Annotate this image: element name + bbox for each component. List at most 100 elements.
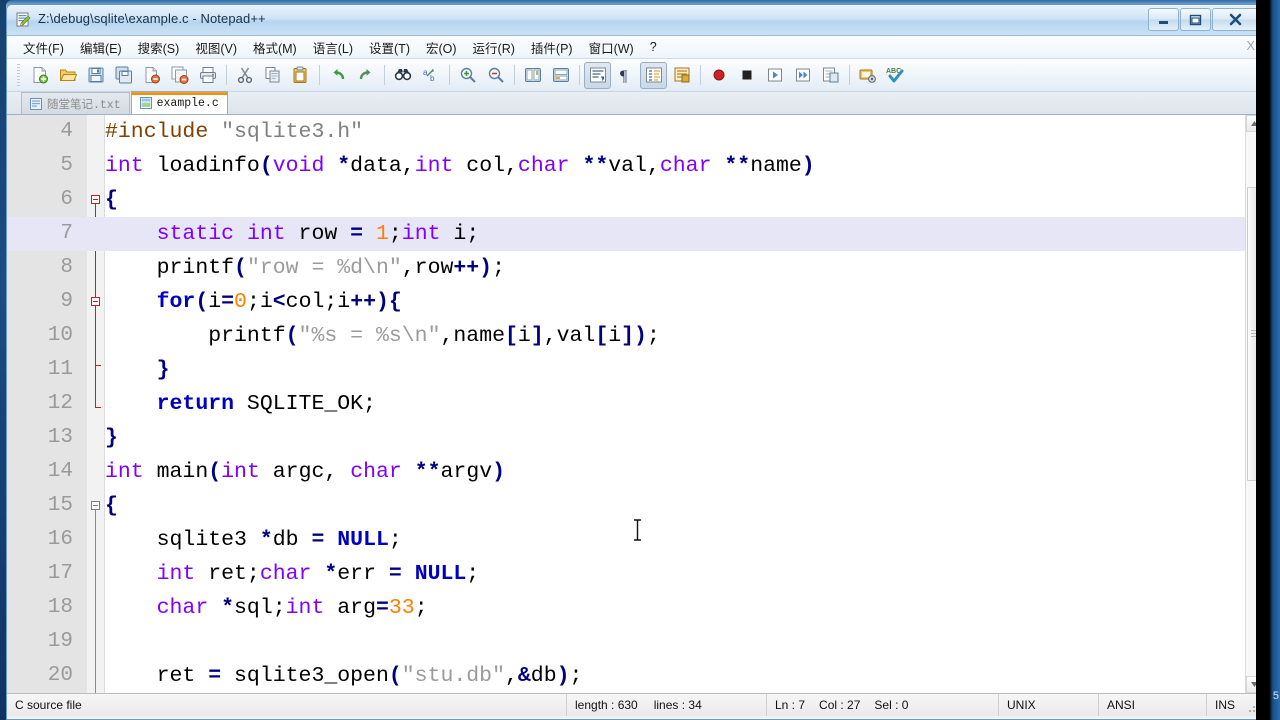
print-icon[interactable] xyxy=(194,62,221,89)
code-editor[interactable]: 4 #include "sqlite3.h" 5 int loadinfo(void … xyxy=(7,115,1263,694)
menu-bar: 文件(F) 编辑(E) 搜索(S) 视图(V) 格式(M) 语言(L) 设置(T… xyxy=(7,36,1263,59)
menu-plugins[interactable]: 插件(P) xyxy=(523,36,581,59)
menu-language[interactable]: 语言(L) xyxy=(305,36,361,59)
status-insert-mode-label: INS xyxy=(1215,698,1236,712)
code-line-18[interactable]: 18 char *sql;int arg=33; xyxy=(7,591,1263,625)
code-line-4[interactable]: 4 #include "sqlite3.h" xyxy=(7,115,1263,149)
code-line-17[interactable]: 17 int ret;char *err = NULL; xyxy=(7,557,1263,591)
code-lines: 4 #include "sqlite3.h" 5 int loadinfo(void … xyxy=(7,115,1263,693)
tab-notes[interactable]: 随堂笔记.txt xyxy=(21,92,130,114)
save-icon[interactable] xyxy=(82,62,109,89)
line-number-14: 14 xyxy=(47,460,73,483)
close-document-button[interactable]: X xyxy=(1246,38,1255,53)
toolbar-grip[interactable] xyxy=(17,64,20,86)
code-text-7: static int row = 1;int i; xyxy=(156,222,480,246)
show-ui-icon[interactable] xyxy=(668,62,695,89)
status-col-label: Col : 27 xyxy=(819,698,861,712)
code-line-20[interactable]: 20 ret = sqlite3_open("stu.db",&db); xyxy=(7,659,1263,693)
menu-settings[interactable]: 设置(T) xyxy=(361,36,418,59)
cut-icon[interactable] xyxy=(231,62,258,89)
code-line-16[interactable]: 16 sqlite3 *db = NULL; xyxy=(7,523,1263,557)
toolbar-separator xyxy=(226,65,227,85)
record-macro-icon[interactable] xyxy=(705,62,732,89)
line-number-13: 13 xyxy=(47,426,73,449)
text-file-icon xyxy=(30,97,42,110)
status-doc-type-label: C source file xyxy=(15,698,82,712)
line-number-6: 6 xyxy=(60,188,73,211)
toolbar-separator xyxy=(579,65,580,85)
menu-macro[interactable]: 宏(O) xyxy=(418,36,465,59)
toolbar-separator xyxy=(449,65,450,85)
line-number-19: 19 xyxy=(47,630,73,653)
find-icon[interactable] xyxy=(389,62,416,89)
menu-help[interactable]: ? xyxy=(642,38,665,56)
code-line-7[interactable]: 7 static int row = 1;int i; xyxy=(7,217,1263,251)
code-line-8[interactable]: 8 printf("row = %d\n",row++); xyxy=(7,251,1263,285)
stop-macro-icon[interactable] xyxy=(733,62,760,89)
redo-icon[interactable] xyxy=(352,62,379,89)
menu-edit[interactable]: 编辑(E) xyxy=(72,36,130,59)
restore-button[interactable] xyxy=(1180,8,1211,31)
replace-icon[interactable]: a b xyxy=(417,62,444,89)
paste-icon[interactable] xyxy=(287,62,314,89)
word-wrap-icon[interactable] xyxy=(584,61,611,89)
code-text-13: } xyxy=(105,426,118,450)
code-line-10[interactable]: 10 printf("%s = %s\n",name[i],val[i]); xyxy=(7,319,1263,353)
status-length-lines: length : 630 lines : 34 xyxy=(567,694,767,716)
svg-text:b: b xyxy=(430,74,435,83)
status-encoding[interactable]: ANSI xyxy=(1099,694,1207,716)
c-file-icon xyxy=(139,97,152,109)
window-controls xyxy=(1148,8,1259,31)
code-text-9: for(i=0;i<col;i++){ xyxy=(156,290,402,314)
indent-guide-icon[interactable] xyxy=(640,61,667,89)
tab-example-c[interactable]: example.c xyxy=(130,91,228,114)
code-line-9[interactable]: 9 for(i=0;i<col;i++){ xyxy=(7,285,1263,319)
close-button[interactable] xyxy=(1212,8,1259,31)
spellcheck-icon[interactable]: ABC xyxy=(882,62,909,89)
zoom-in-icon[interactable] xyxy=(454,62,481,89)
status-eol-format[interactable]: UNIX xyxy=(999,694,1099,716)
sync-scroll-v-icon[interactable] xyxy=(519,62,546,89)
menu-window[interactable]: 窗口(W) xyxy=(581,36,642,59)
status-lines-label: lines : 34 xyxy=(653,698,702,712)
play-macro-icon[interactable] xyxy=(761,62,788,89)
run-macro-multiple-icon[interactable] xyxy=(789,62,816,89)
toolbar-separator xyxy=(319,65,320,85)
minimize-button[interactable] xyxy=(1148,8,1179,31)
code-text-5: int loadinfo(void *data,int col,char **v… xyxy=(105,154,815,178)
code-line-11[interactable]: 11 } xyxy=(7,353,1263,387)
status-caret-position: Ln : 7 Col : 27 Sel : 0 xyxy=(767,694,999,716)
menu-file[interactable]: 文件(F) xyxy=(15,36,72,59)
code-line-5[interactable]: 5 int loadinfo(void *data,int col,char **… xyxy=(7,149,1263,183)
toolbar-separator xyxy=(514,65,515,85)
line-number-15: 15 xyxy=(47,494,73,517)
close-all-icon[interactable] xyxy=(166,62,193,89)
new-file-icon[interactable] xyxy=(26,62,53,89)
line-number-18: 18 xyxy=(47,596,73,619)
show-all-chars-icon[interactable]: ¶ xyxy=(612,62,639,89)
copy-icon[interactable] xyxy=(259,62,286,89)
open-file-icon[interactable] xyxy=(54,62,81,89)
toolbar: a b ¶ ABC xyxy=(7,59,1263,92)
code-line-13[interactable]: 13} xyxy=(7,421,1263,455)
close-file-icon[interactable] xyxy=(138,62,165,89)
code-text-8: printf("row = %d\n",row++); xyxy=(105,256,505,280)
undo-icon[interactable] xyxy=(324,62,351,89)
run-icon[interactable] xyxy=(854,62,881,89)
toolbar-separator xyxy=(849,65,850,85)
save-macro-icon[interactable] xyxy=(817,62,844,89)
code-line-15[interactable]: 15 { xyxy=(7,489,1263,523)
code-line-12[interactable]: 12 return SQLITE_OK; xyxy=(7,387,1263,421)
menu-format[interactable]: 格式(M) xyxy=(245,36,305,59)
zoom-out-icon[interactable] xyxy=(482,62,509,89)
sync-scroll-h-icon[interactable] xyxy=(547,62,574,89)
code-text-6: { xyxy=(105,188,118,212)
save-all-icon[interactable] xyxy=(110,62,137,89)
menu-view[interactable]: 视图(V) xyxy=(187,36,245,59)
menu-run[interactable]: 运行(R) xyxy=(465,36,523,59)
code-line-14[interactable]: 14 int main(int argc, char **argv) xyxy=(7,455,1263,489)
tab-label: 随堂笔记.txt xyxy=(47,98,121,112)
code-line-6[interactable]: 6{ xyxy=(7,183,1263,217)
menu-search[interactable]: 搜索(S) xyxy=(130,36,188,59)
code-line-19[interactable]: 19 xyxy=(7,625,1263,659)
